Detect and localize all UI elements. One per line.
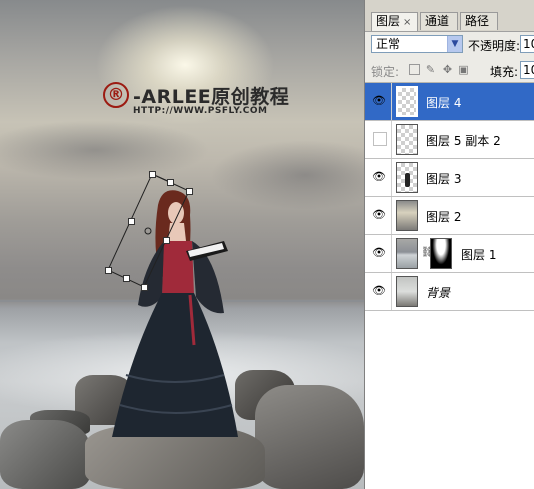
divider (391, 83, 392, 120)
tab-channels[interactable]: 通道 (420, 12, 458, 30)
eye-icon[interactable]: 👁 (369, 243, 389, 263)
blend-row: 正常 ▼ 不透明度: 10 (365, 31, 534, 57)
visibility-toggle[interactable] (373, 132, 387, 146)
layer-row[interactable]: 👁 图层 2 (365, 197, 534, 235)
chevron-down-icon[interactable]: ▼ (447, 36, 462, 52)
watermark-url: HTTP://WWW.PSFLY.COM (133, 106, 268, 116)
divider (391, 159, 392, 196)
close-icon[interactable]: × (403, 17, 411, 28)
transform-handle[interactable] (105, 267, 112, 274)
eye-icon[interactable]: 👁 (369, 167, 389, 187)
lock-icon[interactable]: ▣ (458, 64, 469, 75)
cloud (0, 120, 210, 180)
layer-name: 图层 1 (461, 248, 497, 262)
fill-field[interactable]: 10 (520, 61, 534, 79)
tab-layers-label: 图层 (376, 14, 401, 28)
layer-row[interactable]: 👁 图层 3 (365, 159, 534, 197)
opacity-label: 不透明度: (468, 39, 521, 53)
tab-paths-label: 路径 (465, 14, 490, 28)
layer-thumbnail (396, 124, 418, 155)
divider (391, 197, 392, 234)
layer-mask-thumbnail[interactable] (430, 238, 452, 269)
blend-mode-value: 正常 (376, 37, 401, 51)
transform-handle[interactable] (186, 188, 193, 195)
layers-panel: 图层× 通道 路径 正常 ▼ 不透明度: 10 锁定: ✎ ✥ ▣ 填充: 10… (364, 0, 534, 489)
transform-handle[interactable] (149, 171, 156, 178)
tab-layers[interactable]: 图层 × (371, 12, 418, 31)
move-icon[interactable]: ✥ (442, 64, 453, 75)
layer-row[interactable]: 图层 5 副本 2 (365, 121, 534, 159)
registered-mark: ® (103, 82, 129, 108)
layer-name: 图层 5 副本 2 (426, 134, 501, 148)
lock-transparency-icon[interactable] (409, 64, 420, 75)
document-canvas[interactable]: ® -ARLEE原创教程 HTTP://WWW.PSFLY.COM (0, 0, 364, 489)
lock-label: 锁定: (371, 65, 400, 79)
layer-thumbnail (396, 86, 418, 117)
layer-thumbnail (396, 200, 418, 231)
woman-figure (112, 190, 238, 437)
lock-row: 锁定: ✎ ✥ ▣ 填充: 10 (365, 58, 534, 83)
eye-icon[interactable]: 👁 (369, 281, 389, 301)
layer-name: 图层 4 (426, 96, 462, 110)
transform-handle[interactable] (163, 237, 170, 244)
tab-channels-label: 通道 (425, 14, 450, 28)
layers-list: 👁 图层 4 图层 5 副本 2 👁 图层 3 👁 图层 2 👁 ⛓ 图层 1 … (365, 83, 534, 489)
layer-row[interactable]: 👁 图层 4 (365, 83, 534, 121)
transform-handle[interactable] (128, 218, 135, 225)
transform-handle[interactable] (123, 275, 130, 282)
watermark-name: -ARLEE原创教程 (133, 86, 290, 108)
brush-icon[interactable]: ✎ (425, 64, 436, 75)
rock (255, 385, 364, 489)
fill-label: 填充: (490, 65, 519, 79)
figure-thumbnail-mark (405, 173, 410, 187)
layer-name: 图层 2 (426, 210, 462, 224)
opacity-field[interactable]: 10 (520, 35, 534, 53)
divider (391, 121, 392, 158)
layer-thumbnail (396, 162, 418, 193)
eye-icon[interactable]: 👁 (369, 205, 389, 225)
layer-name: 图层 3 (426, 172, 462, 186)
layer-name: 背景 (426, 286, 451, 300)
divider (391, 235, 392, 272)
layer-thumbnail (396, 276, 418, 307)
rock (0, 420, 90, 489)
transform-handle[interactable] (167, 179, 174, 186)
layer-thumbnail (396, 238, 418, 269)
layer-row[interactable]: 👁 ⛓ 图层 1 (365, 235, 534, 273)
tab-paths[interactable]: 路径 (460, 12, 498, 30)
transform-handle[interactable] (141, 284, 148, 291)
blend-mode-select[interactable]: 正常 ▼ (371, 35, 463, 53)
divider (391, 273, 392, 310)
eye-icon[interactable]: 👁 (369, 91, 389, 111)
panel-tab-bar: 图层 × 通道 路径 (365, 0, 534, 32)
layer-row[interactable]: 👁 背景 (365, 273, 534, 311)
